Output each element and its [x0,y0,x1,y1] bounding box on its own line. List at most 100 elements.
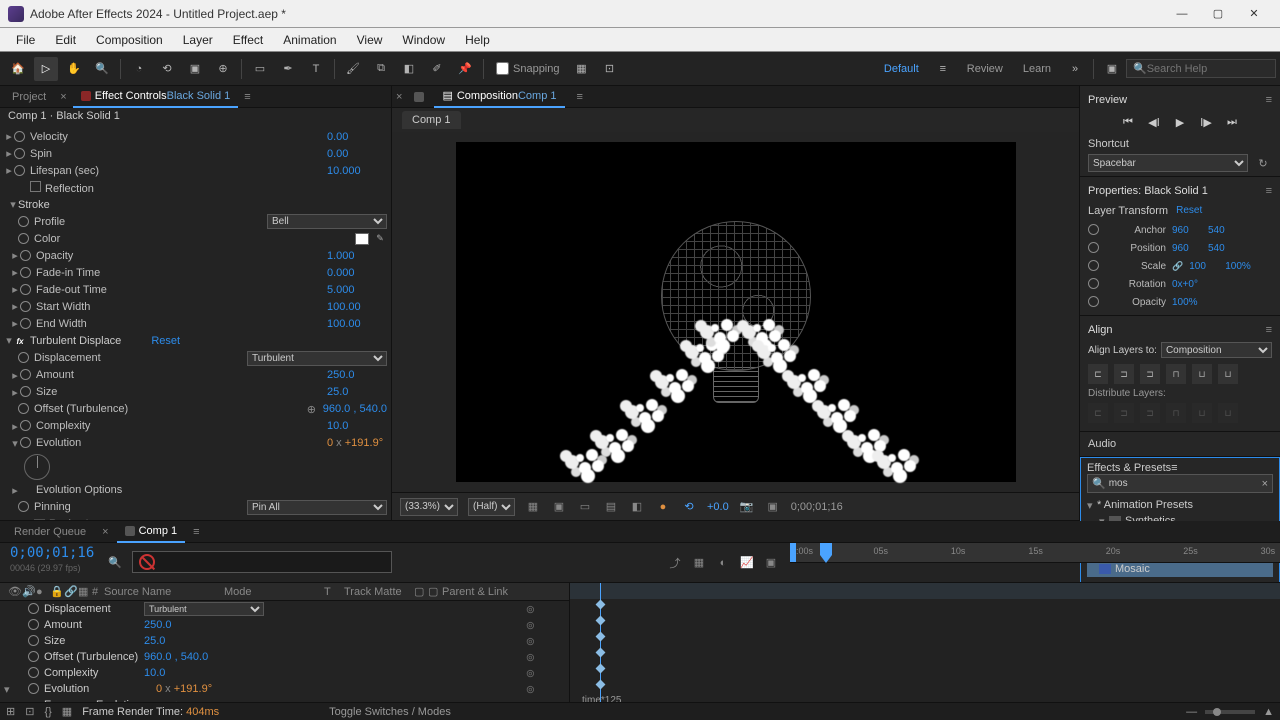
toggle-switches-modes[interactable]: Toggle Switches / Modes [329,706,451,718]
eraser-tool[interactable]: ◧ [397,57,421,81]
align-right-icon[interactable]: ⊐ [1140,364,1160,384]
align-bottom-icon[interactable]: ⊔ [1218,364,1238,384]
share-icon[interactable]: ▣ [1100,57,1124,81]
pen-tool[interactable]: ✒ [276,57,300,81]
menu-animation[interactable]: Animation [273,31,346,49]
roto-tool[interactable]: ✐ [425,57,449,81]
tab-composition[interactable]: ▤ Composition Comp 1 [434,86,564,108]
snap-align-icon[interactable]: ⊡ [598,57,622,81]
time-ruler[interactable]: :00s 05s 10s 15s 20s 25s 30s [790,543,1280,563]
footer-icon[interactable]: ⊡ [25,705,34,718]
transparency-grid-icon[interactable]: ▦ [525,499,541,515]
help-search[interactable]: 🔍 [1126,59,1276,78]
timeline-search-icon[interactable]: 🔍 [108,556,122,569]
menu-effect[interactable]: Effect [223,31,273,49]
exposure-value[interactable]: +0.0 [707,501,729,513]
menu-layer[interactable]: Layer [173,31,223,49]
align-hcenter-icon[interactable]: ⊐ [1114,364,1134,384]
snapping-toggle[interactable]: Snapping [496,62,560,75]
graph-editor-icon[interactable]: 📈 [738,554,756,572]
current-time[interactable]: 0;00;01;16 [791,501,843,513]
menu-view[interactable]: View [347,31,393,49]
workspace-default[interactable]: Default [874,59,929,79]
tab-effect-controls[interactable]: Effect Controls Black Solid 1 [73,86,239,108]
reset-effect[interactable]: Reset [151,335,180,347]
guides-icon[interactable]: ▤ [603,499,619,515]
shortcut-select[interactable]: Spacebar [1088,154,1248,172]
snapshot-icon[interactable]: 📷 [739,499,755,515]
workspace-review[interactable]: Review [957,59,1013,79]
panel-menu-icon[interactable]: ≡ [1266,94,1272,106]
zoom-slider[interactable] [1205,710,1255,714]
show-snapshot-icon[interactable]: ▣ [765,499,781,515]
stopwatch-icon[interactable] [14,131,26,143]
color-swatch[interactable] [355,233,369,245]
next-frame-button[interactable]: Ⅰ▶ [1198,114,1214,130]
eyedropper-icon[interactable]: ✎ [373,233,387,245]
hand-tool[interactable]: ✋ [62,57,86,81]
resolution-select[interactable]: (Half) [468,498,515,516]
clear-search-icon[interactable]: × [1262,478,1268,490]
motion-blur-icon[interactable]: ◐ [714,554,732,572]
align-target-select[interactable]: Composition [1161,342,1272,358]
menu-file[interactable]: File [6,31,45,49]
region-icon[interactable]: ▭ [577,499,593,515]
loop-icon[interactable]: ↻ [1254,154,1272,172]
displacement-select[interactable]: Turbulent [247,351,387,366]
tab-timeline-comp[interactable]: Comp 1 [117,521,186,543]
rectangle-tool[interactable]: ▭ [248,57,272,81]
workspace-more-icon[interactable]: » [1063,57,1087,81]
snapping-checkbox[interactable] [496,62,509,75]
tab-render-queue[interactable]: Render Queue [6,521,94,543]
pan-behind-tool[interactable]: ⊕ [211,57,235,81]
orbit-tool[interactable]: ◔ [127,57,151,81]
shy-icon[interactable]: ⤴ [666,554,684,572]
channel-icon[interactable]: ◧ [629,499,645,515]
last-frame-button[interactable]: ⏭ [1224,114,1240,130]
comp-breadcrumb[interactable]: Comp 1 [402,111,461,129]
footer-icon[interactable]: ⊞ [6,705,15,718]
play-button[interactable]: ▶ [1172,114,1188,130]
help-search-input[interactable] [1147,63,1269,75]
workspace-learn[interactable]: Learn [1013,59,1061,79]
minimize-button[interactable]: — [1164,0,1200,28]
footer-icon[interactable]: {} [44,706,51,718]
mask-icon[interactable]: ▣ [551,499,567,515]
menu-composition[interactable]: Composition [86,31,173,49]
tab-project[interactable]: Project [4,86,54,108]
footer-icon[interactable]: ▦ [62,705,72,718]
rotate-tool[interactable]: ⟲ [155,57,179,81]
snap-options-icon[interactable]: ▦ [570,57,594,81]
close-button[interactable]: ✕ [1236,0,1272,28]
timeline-search[interactable] [132,551,392,573]
menu-window[interactable]: Window [392,31,455,49]
menu-edit[interactable]: Edit [45,31,86,49]
align-left-icon[interactable]: ⊏ [1088,364,1108,384]
link-icon[interactable]: 🔗 [1172,261,1183,272]
audio-panel[interactable]: Audio [1080,432,1280,457]
timeline-current-time[interactable]: 0;00;01;16 [0,543,104,563]
camera-tool[interactable]: ▣ [183,57,207,81]
profile-select[interactable]: Bell [267,214,387,229]
type-tool[interactable]: T [304,57,328,81]
effects-search-input[interactable] [1109,478,1262,489]
reset-exposure-icon[interactable]: ⟲ [681,499,697,515]
brush-tool[interactable]: 🖌 [341,57,365,81]
align-vcenter-icon[interactable]: ⊔ [1192,364,1212,384]
pinning-select[interactable]: Pin All [247,500,387,515]
magnification-select[interactable]: (33.3%) [400,498,458,516]
selection-tool[interactable]: ▷ [34,57,58,81]
clone-tool[interactable]: ⧉ [369,57,393,81]
frame-blend-icon[interactable]: ▦ [690,554,708,572]
canvas[interactable] [456,142,1016,482]
evolution-dial[interactable] [24,454,50,480]
zoom-tool[interactable]: 🔍 [90,57,114,81]
menu-help[interactable]: Help [455,31,500,49]
color-mgmt-icon[interactable]: ● [655,499,671,515]
workspace-menu-icon[interactable]: ≡ [931,57,955,81]
playhead[interactable] [820,543,832,563]
reset-transform[interactable]: Reset [1176,205,1202,217]
zoom-in-icon[interactable]: ▲ [1263,706,1274,718]
maximize-button[interactable]: ▢ [1200,0,1236,28]
home-button[interactable]: 🏠 [6,57,30,81]
